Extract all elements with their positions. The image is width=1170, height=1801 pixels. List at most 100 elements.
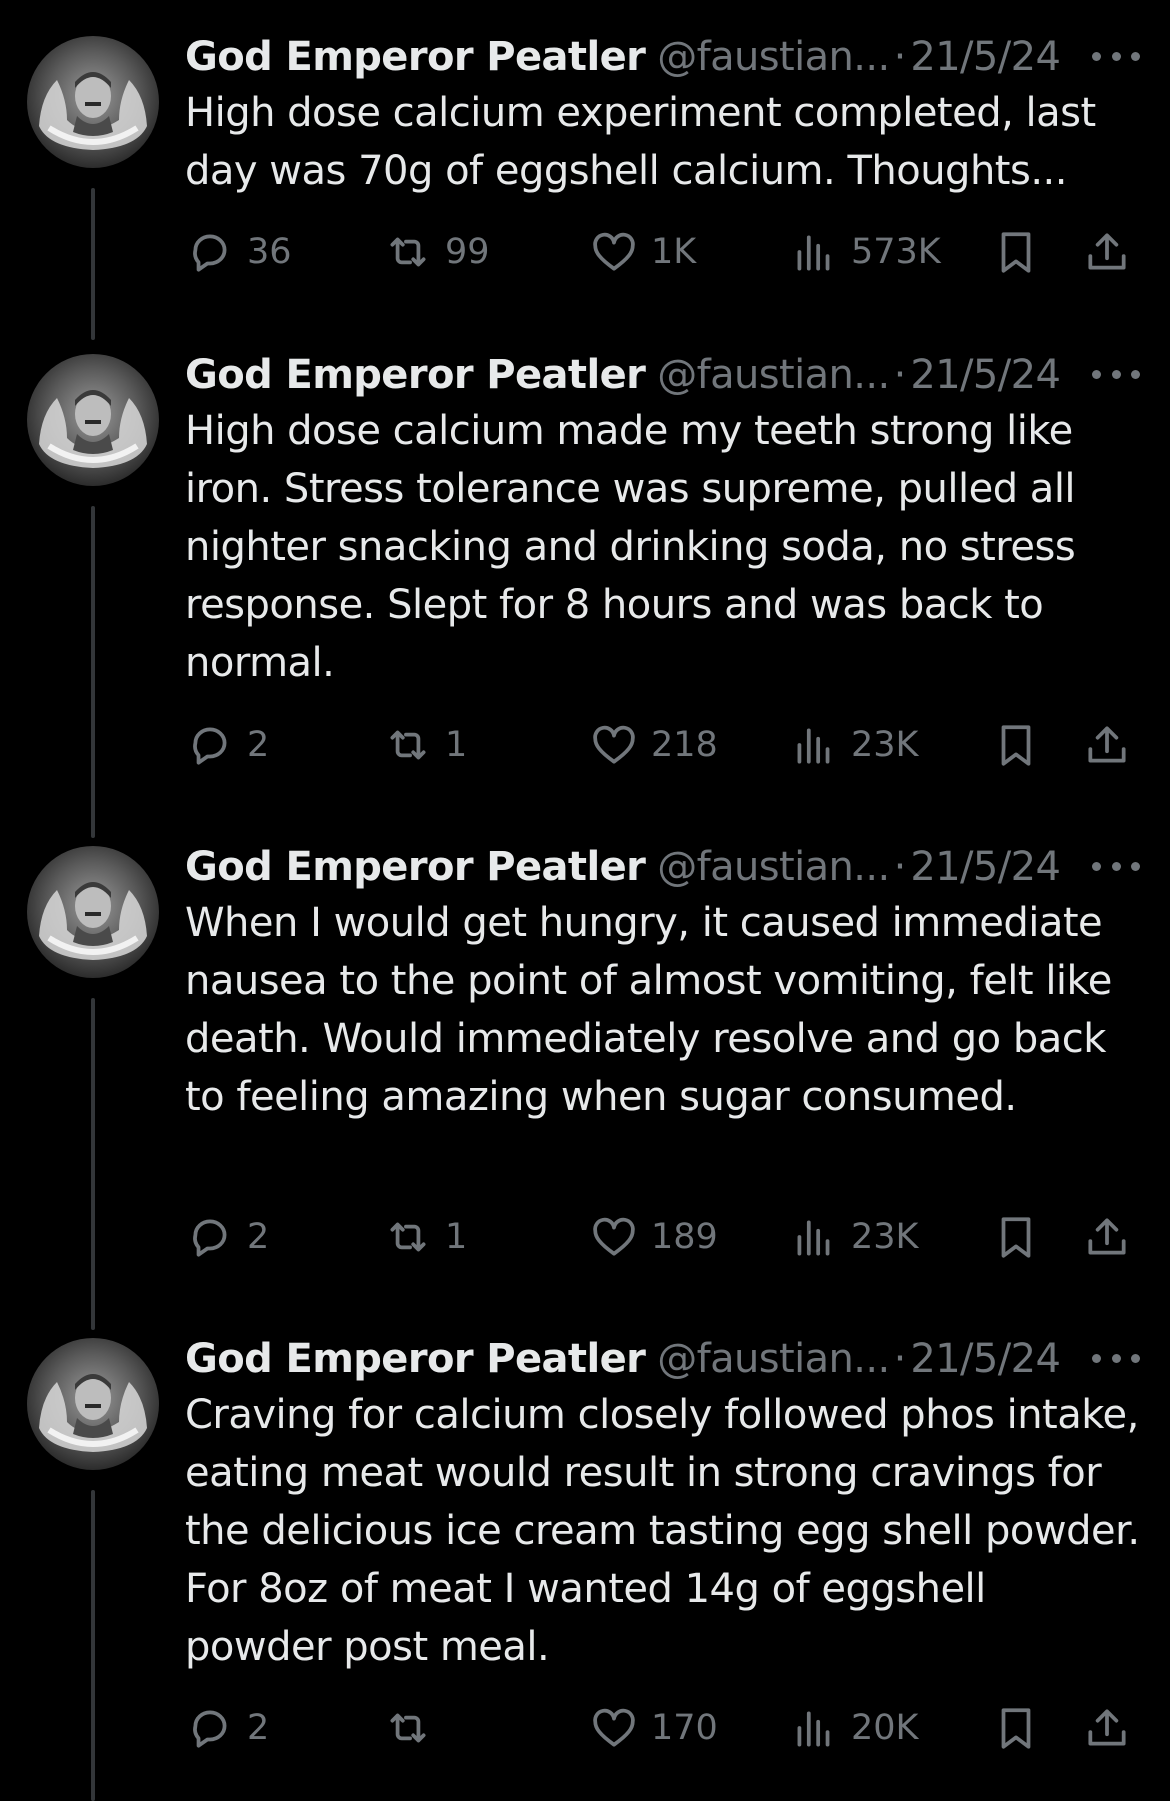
- tweet-actions: 2 1 218 23K: [185, 715, 1140, 775]
- avatar[interactable]: [27, 846, 159, 978]
- like-button[interactable]: 218: [589, 715, 718, 775]
- avatar[interactable]: [27, 36, 159, 168]
- views-button[interactable]: 573K: [789, 222, 941, 282]
- retweet-button[interactable]: 99: [383, 222, 490, 282]
- tweet-text: Craving for calcium closely followed pho…: [185, 1392, 1140, 1670]
- author-handle[interactable]: @faustian...: [657, 838, 890, 896]
- tweet-actions: 2 1 189 23K: [185, 1207, 1140, 1267]
- share-button[interactable]: [1082, 222, 1132, 282]
- author-handle[interactable]: @faustian...: [657, 346, 890, 404]
- avatar-portrait-icon: [39, 72, 147, 150]
- thread-connector: [91, 506, 95, 838]
- tweet-date[interactable]: 21/5/24: [910, 1330, 1061, 1388]
- author-name[interactable]: God Emperor Peatler: [185, 838, 646, 896]
- tweet-header: God Emperor Peatler @faustian... · 21/5/…: [185, 1330, 1140, 1388]
- reply-button[interactable]: 2: [185, 715, 269, 775]
- views-button[interactable]: 23K: [789, 1207, 919, 1267]
- thread-connector: [91, 998, 95, 1330]
- views-count: 23K: [851, 1217, 919, 1257]
- share-button[interactable]: [1082, 1207, 1132, 1267]
- reply-icon: [193, 234, 227, 272]
- reply-icon: [193, 727, 227, 765]
- bookmark-button[interactable]: [991, 1207, 1041, 1267]
- tweet-2[interactable]: God Emperor Peatler @faustian... · 21/5/…: [0, 318, 1170, 838]
- author-handle[interactable]: @faustian...: [657, 28, 890, 86]
- tweet-date[interactable]: 21/5/24: [910, 28, 1061, 86]
- views-button[interactable]: 20K: [789, 1698, 919, 1758]
- tweet-date[interactable]: 21/5/24: [910, 838, 1061, 896]
- author-handle[interactable]: @faustian...: [657, 1330, 890, 1388]
- tweet-content: God Emperor Peatler @faustian... · 21/5/…: [185, 1330, 1140, 1676]
- share-icon: [1088, 726, 1126, 763]
- avatar[interactable]: [27, 354, 159, 486]
- retweet-count: 1: [445, 725, 468, 765]
- separator-dot: ·: [893, 352, 907, 398]
- like-count: 170: [651, 1708, 718, 1748]
- views-icon: [797, 728, 830, 764]
- views-count: 23K: [851, 725, 919, 765]
- bookmark-icon: [1001, 725, 1031, 766]
- views-count: 20K: [851, 1708, 919, 1748]
- tweet-date[interactable]: 21/5/24: [910, 346, 1061, 404]
- tweet-content: God Emperor Peatler @faustian... · 21/5/…: [185, 346, 1140, 692]
- share-icon: [1088, 1218, 1126, 1255]
- tweet-actions: 36 99 1K 573K: [185, 222, 1140, 282]
- bookmark-button[interactable]: [991, 715, 1041, 775]
- avatar-portrait-icon: [39, 1374, 147, 1452]
- author-name[interactable]: God Emperor Peatler: [185, 346, 646, 404]
- bookmark-icon: [1001, 1708, 1031, 1749]
- views-count: 573K: [851, 232, 941, 272]
- reply-button[interactable]: 2: [185, 1207, 269, 1267]
- bookmark-button[interactable]: [991, 1698, 1041, 1758]
- reply-icon: [193, 1219, 227, 1257]
- share-icon: [1088, 233, 1126, 270]
- retweet-button[interactable]: 1: [383, 1207, 467, 1267]
- heart-icon: [593, 232, 635, 271]
- reply-count: 36: [247, 232, 292, 272]
- views-icon: [797, 1220, 830, 1256]
- tweet-actions: 2 170 20K: [185, 1698, 1140, 1758]
- like-button[interactable]: 189: [589, 1207, 718, 1267]
- reply-count: 2: [247, 725, 270, 765]
- retweet-icon: [390, 237, 426, 267]
- tweet-header: God Emperor Peatler @faustian... · 21/5/…: [185, 346, 1140, 404]
- avatar[interactable]: [27, 1338, 159, 1470]
- separator-dot: ·: [893, 34, 907, 80]
- heart-icon: [593, 1708, 635, 1747]
- reply-count: 2: [247, 1708, 270, 1748]
- reply-button[interactable]: 36: [185, 222, 292, 282]
- reply-button[interactable]: 2: [185, 1698, 269, 1758]
- author-name[interactable]: God Emperor Peatler: [185, 1330, 646, 1388]
- tweet-content: God Emperor Peatler @faustian... · 21/5/…: [185, 838, 1140, 1126]
- views-button[interactable]: 23K: [789, 715, 919, 775]
- views-icon: [797, 235, 830, 271]
- heart-icon: [593, 1217, 635, 1256]
- retweet-button[interactable]: 1: [383, 715, 467, 775]
- more-options-icon[interactable]: [1092, 362, 1140, 386]
- bookmark-icon: [1001, 232, 1031, 273]
- like-button[interactable]: 1K: [589, 222, 696, 282]
- reply-icon: [193, 1710, 227, 1748]
- tweet-content: God Emperor Peatler @faustian... · 21/5/…: [185, 28, 1140, 200]
- share-button[interactable]: [1082, 715, 1132, 775]
- tweet-1[interactable]: God Emperor Peatler @faustian... · 21/5/…: [0, 0, 1170, 340]
- like-count: 189: [651, 1217, 718, 1257]
- retweet-count: 99: [445, 232, 490, 272]
- tweet-header: God Emperor Peatler @faustian... · 21/5/…: [185, 838, 1140, 896]
- more-options-icon[interactable]: [1092, 854, 1140, 878]
- tweet-3[interactable]: God Emperor Peatler @faustian... · 21/5/…: [0, 810, 1170, 1330]
- retweet-icon: [390, 730, 426, 760]
- share-button[interactable]: [1082, 1698, 1132, 1758]
- thread-connector: [91, 1490, 95, 1801]
- more-options-icon[interactable]: [1092, 1346, 1140, 1370]
- avatar-portrait-icon: [39, 390, 147, 468]
- separator-dot: ·: [893, 844, 907, 890]
- more-options-icon[interactable]: [1092, 44, 1140, 68]
- avatar-portrait-icon: [39, 882, 147, 960]
- tweet-text: High dose calcium experiment completed, …: [185, 90, 1096, 194]
- bookmark-button[interactable]: [991, 222, 1041, 282]
- retweet-button[interactable]: [383, 1698, 445, 1758]
- author-name[interactable]: God Emperor Peatler: [185, 28, 646, 86]
- tweet-4[interactable]: God Emperor Peatler @faustian... · 21/5/…: [0, 1302, 1170, 1801]
- like-button[interactable]: 170: [589, 1698, 718, 1758]
